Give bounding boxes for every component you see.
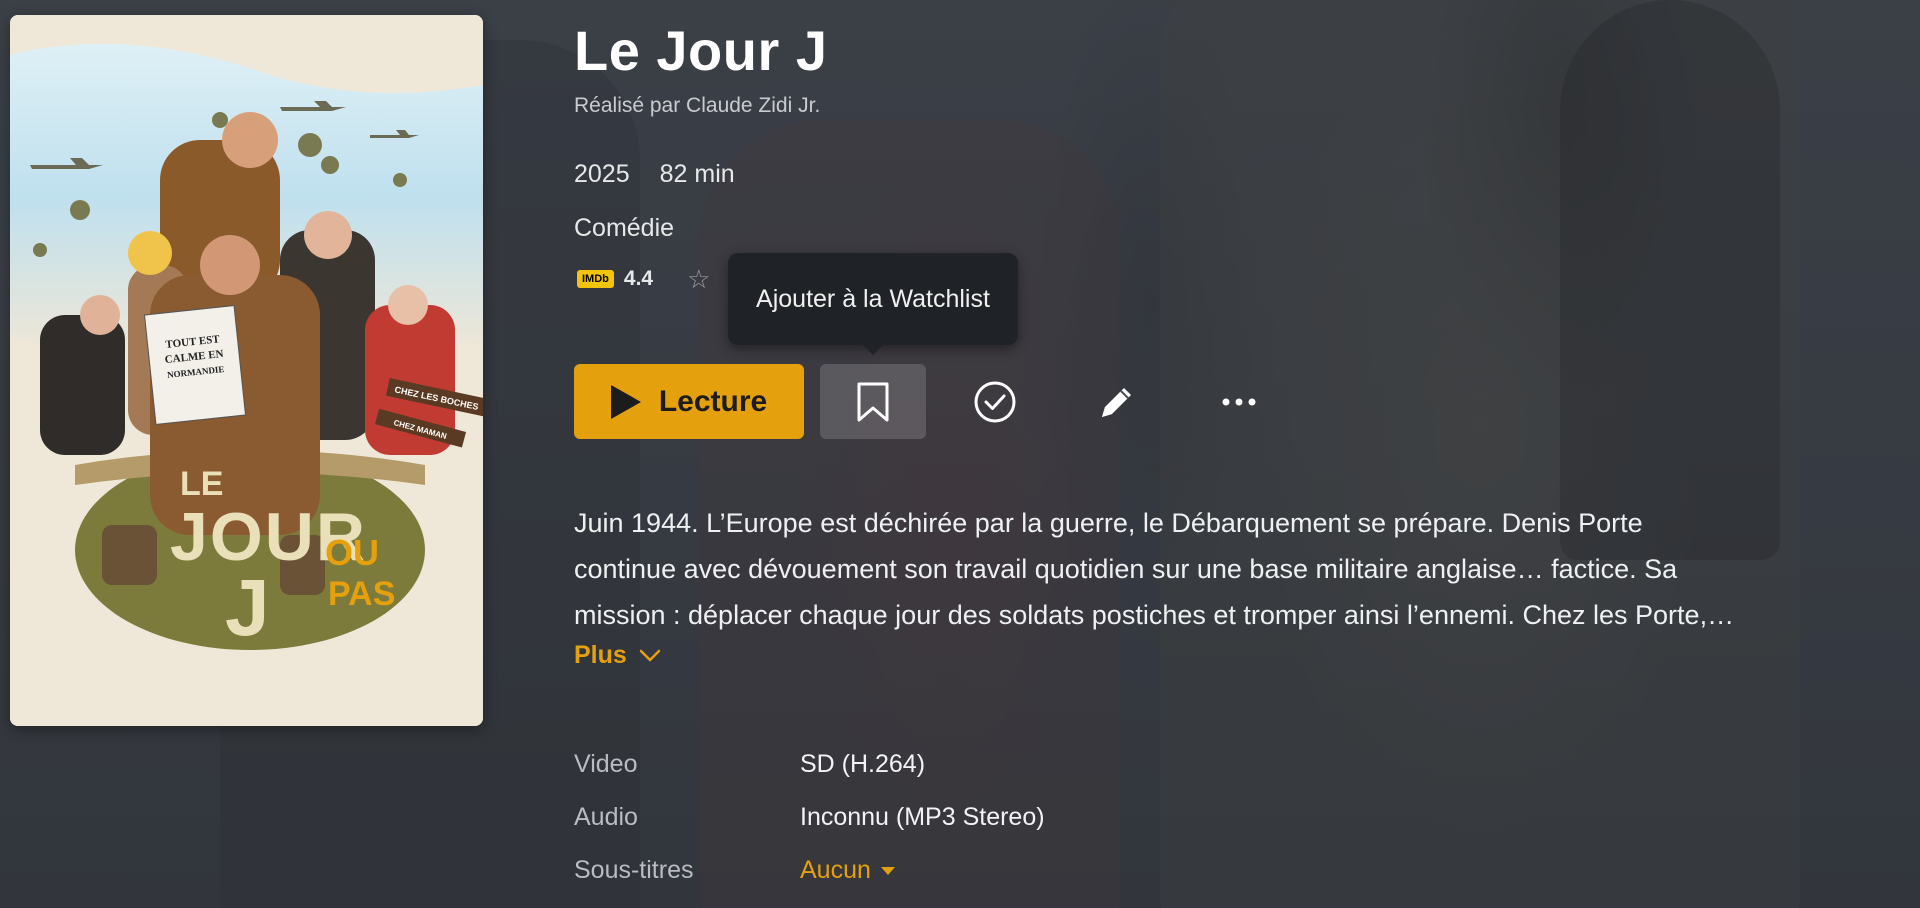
bookmark-icon bbox=[857, 382, 889, 421]
imdb-rating: 4.4 bbox=[623, 267, 654, 290]
svg-text:PAS: PAS bbox=[328, 575, 395, 613]
svg-text:LE: LE bbox=[180, 465, 223, 503]
chevron-down-icon bbox=[639, 649, 661, 661]
play-button-label: Lecture bbox=[658, 384, 768, 418]
movie-title: Le Jour J bbox=[574, 19, 828, 82]
play-button[interactable]: Lecture bbox=[574, 364, 804, 439]
duration: 82 min bbox=[659, 160, 735, 188]
video-value: SD (H.264) bbox=[800, 750, 926, 778]
subtitles-label: Sous-titres bbox=[574, 856, 694, 884]
edit-button[interactable] bbox=[1064, 364, 1170, 439]
genre[interactable]: Comédie bbox=[574, 214, 674, 243]
audio-row: Audio Inconnu (MP3 Stereo) bbox=[574, 791, 1045, 844]
ratings-row: IMDb 4.4 ☆ bbox=[577, 266, 710, 292]
imdb-logo-icon: IMDb bbox=[577, 270, 614, 288]
check-circle-icon bbox=[974, 381, 1016, 422]
video-label: Video bbox=[574, 750, 638, 778]
summary-line: Juin 1944. L’Europe est déchirée par la … bbox=[574, 508, 1643, 538]
summary-line: mission : déplacer chaque jour des solda… bbox=[574, 600, 1735, 630]
star-rating-icon[interactable]: ☆ bbox=[687, 266, 710, 292]
media-info: Video SD (H.264) Audio Inconnu (MP3 Ster… bbox=[574, 738, 1045, 897]
pencil-icon bbox=[1102, 387, 1131, 417]
more-icon bbox=[1222, 398, 1256, 405]
poster-artwork: TOUT EST CALME EN NORMANDIE CHEZ LES BOC… bbox=[10, 15, 483, 726]
mark-as-watched-button[interactable] bbox=[942, 364, 1048, 439]
movie-meta: 2025 82 min bbox=[574, 160, 735, 189]
audio-value: Inconnu (MP3 Stereo) bbox=[800, 803, 1045, 831]
more-options-button[interactable] bbox=[1186, 364, 1292, 439]
subtitles-row: Sous-titres Aucun bbox=[574, 844, 1045, 897]
video-row: Video SD (H.264) bbox=[574, 738, 1045, 791]
more-label: Plus bbox=[574, 641, 627, 669]
svg-text:OU: OU bbox=[325, 532, 379, 573]
director-credit[interactable]: Réalisé par Claude Zidi Jr. bbox=[574, 94, 820, 118]
watchlist-tooltip: Ajouter à la Watchlist bbox=[728, 253, 1018, 355]
movie-poster[interactable]: TOUT EST CALME EN NORMANDIE CHEZ LES BOC… bbox=[10, 15, 483, 726]
audio-label: Audio bbox=[574, 803, 638, 831]
svg-text:J: J bbox=[225, 563, 270, 652]
summary-line: continue avec dévouement son travail quo… bbox=[574, 554, 1678, 584]
summary-text: Juin 1944. L’Europe est déchirée par la … bbox=[574, 500, 1894, 638]
subtitles-dropdown[interactable]: Aucun bbox=[800, 856, 895, 885]
subtitles-value: Aucun bbox=[800, 856, 871, 884]
caret-down-icon bbox=[880, 866, 895, 875]
add-to-watchlist-button[interactable] bbox=[820, 364, 926, 439]
release-year: 2025 bbox=[574, 160, 630, 188]
play-icon bbox=[610, 384, 641, 419]
summary-more-button[interactable]: Plus bbox=[574, 641, 661, 670]
action-bar: Lecture bbox=[574, 364, 1292, 439]
